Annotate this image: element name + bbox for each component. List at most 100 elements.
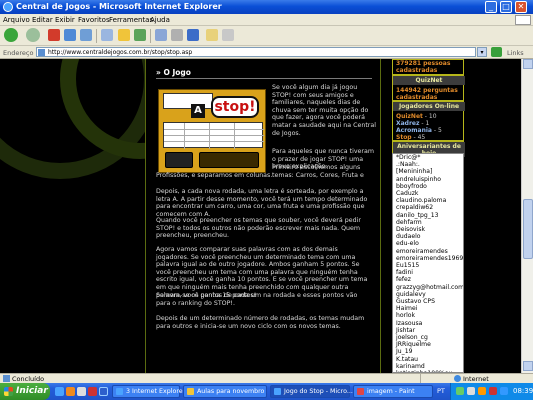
online-players-box: Jogadores On-line QuizNet - 10 Xadrez - … bbox=[392, 101, 465, 141]
vertical-scrollbar[interactable] bbox=[521, 59, 533, 373]
birthday-item[interactable]: [Menininha] bbox=[393, 168, 463, 175]
birthday-item[interactable]: Haimei bbox=[393, 305, 463, 312]
birthday-item[interactable]: fadini bbox=[393, 269, 463, 276]
scroll-thumb[interactable] bbox=[523, 199, 533, 259]
tray-volume-icon[interactable] bbox=[467, 387, 475, 395]
birthday-item[interactable]: bboyfrodo bbox=[393, 183, 463, 190]
address-input[interactable]: http://www.centraldejogos.com.br/stop/st… bbox=[36, 47, 476, 57]
birthday-item[interactable]: karinamd bbox=[393, 363, 463, 370]
birthday-item[interactable]: danilo_tpg_13 bbox=[393, 212, 463, 219]
menu-ferramentas[interactable]: Ferramentas bbox=[109, 16, 153, 24]
quicklaunch-mediaplayer-icon[interactable] bbox=[66, 387, 75, 396]
birthday-item[interactable]: crepaldiw62 bbox=[393, 204, 463, 211]
birthday-item[interactable]: Izasousa bbox=[393, 320, 463, 327]
scroll-up-arrow[interactable] bbox=[523, 59, 533, 69]
right-sidebar: 379281 pessoas cadastradas QuizNet 14494… bbox=[392, 59, 465, 373]
menu-arquivo[interactable]: Arquivo bbox=[3, 16, 30, 24]
taskbar: Iniciar 3 Internet Explorer Aulas para n… bbox=[0, 383, 533, 400]
birthday-item[interactable]: Jishtar bbox=[393, 327, 463, 334]
internet-zone-icon bbox=[454, 375, 461, 382]
tray-network-icon[interactable] bbox=[456, 387, 464, 395]
home-icon[interactable] bbox=[80, 29, 92, 41]
quicklaunch-ie-icon[interactable] bbox=[55, 387, 64, 396]
birthday-item[interactable]: Ju_19 bbox=[393, 348, 463, 355]
back-icon[interactable] bbox=[4, 28, 18, 42]
tray-messenger-icon[interactable] bbox=[478, 387, 486, 395]
section-title: » O Jogo bbox=[156, 68, 191, 77]
game-scoreboard bbox=[163, 93, 213, 109]
task-paint[interactable]: imagem - Paint bbox=[353, 385, 433, 398]
birthday-item[interactable]: *Dric@* bbox=[393, 154, 463, 161]
word-icon[interactable] bbox=[187, 29, 199, 41]
go-button[interactable] bbox=[491, 47, 502, 57]
scroll-down-arrow[interactable] bbox=[523, 361, 533, 371]
birthday-item[interactable]: emoreiramendes1969 bbox=[393, 255, 463, 262]
quicklaunch-app-icon[interactable] bbox=[88, 387, 97, 396]
start-button[interactable]: Iniciar bbox=[0, 383, 50, 400]
links-button[interactable]: Links bbox=[507, 49, 524, 57]
page-icon bbox=[38, 49, 45, 56]
task-internet-explorer[interactable]: 3 Internet Explorer bbox=[112, 385, 185, 398]
birthday-item[interactable]: joelson_cg bbox=[393, 334, 463, 341]
stop-icon[interactable] bbox=[48, 29, 60, 41]
birthday-item[interactable]: Gustavo CPS bbox=[393, 298, 463, 305]
address-label: Endereço bbox=[3, 49, 34, 57]
online-players-title: Jogadores On-line bbox=[393, 102, 465, 111]
users-stat-box: 379281 pessoas cadastradas bbox=[392, 59, 464, 75]
birthday-item[interactable]: claudino.paloma bbox=[393, 197, 463, 204]
history-icon[interactable] bbox=[134, 29, 146, 41]
online-row[interactable]: Stop - 45 bbox=[396, 134, 425, 141]
birthday-item[interactable]: Deisovisk bbox=[393, 226, 463, 233]
stop-paragraph: Quando você preencher os temas que soube… bbox=[156, 217, 361, 240]
toolbar-separator bbox=[96, 29, 97, 43]
task-jogo-stop[interactable]: Jogo do Stop - Micro... bbox=[270, 385, 353, 398]
birthday-item[interactable]: JRRiquelme bbox=[393, 341, 463, 348]
birthday-item[interactable]: Caduzk bbox=[393, 190, 463, 197]
online-row[interactable]: Acromania - 5 bbox=[396, 127, 442, 134]
menu-exibir[interactable]: Exibir bbox=[55, 16, 75, 24]
windows-flag-icon bbox=[515, 15, 531, 25]
clock: 08:39 bbox=[513, 387, 533, 395]
favorites-icon[interactable] bbox=[118, 29, 130, 41]
paint-icon bbox=[357, 388, 364, 395]
start-label: Iniciar bbox=[16, 386, 48, 396]
birthday-item[interactable]: horlok bbox=[393, 312, 463, 319]
birthday-item[interactable]: emoreiramendes bbox=[393, 248, 463, 255]
birthday-item[interactable]: Eu1515 bbox=[393, 262, 463, 269]
menu-bar: Arquivo Editar Exibir Favoritos Ferramen… bbox=[0, 14, 533, 26]
birthday-item[interactable]: andreluispinho bbox=[393, 176, 463, 183]
status-bar: Concluído Internet bbox=[0, 373, 533, 384]
birthday-item[interactable]: K.tatau bbox=[393, 356, 463, 363]
online-row[interactable]: QuizNet - 10 bbox=[396, 113, 437, 120]
forward-icon[interactable] bbox=[26, 28, 40, 42]
tray-app-icon[interactable] bbox=[500, 387, 508, 395]
minimize-button[interactable]: _ bbox=[485, 1, 497, 13]
search-icon[interactable] bbox=[101, 29, 113, 41]
themes-paragraph-cont: Profissões, e separamos em colunas. bbox=[156, 172, 273, 179]
language-indicator[interactable]: PT bbox=[437, 387, 445, 395]
menu-editar[interactable]: Editar bbox=[32, 16, 53, 24]
birthday-item[interactable]: .:Naah:. bbox=[393, 161, 463, 168]
close-button[interactable]: ✕ bbox=[515, 1, 527, 13]
refresh-icon[interactable] bbox=[64, 29, 76, 41]
folder-icon[interactable] bbox=[206, 29, 218, 41]
birthday-item[interactable]: dehfarm bbox=[393, 219, 463, 226]
maximize-button[interactable]: □ bbox=[500, 1, 512, 13]
online-row[interactable]: Xadrez - 1 bbox=[396, 120, 429, 127]
menu-ajuda[interactable]: Ajuda bbox=[150, 16, 170, 24]
quiznet-title: QuizNet bbox=[393, 76, 465, 85]
address-dropdown-button[interactable]: ▾ bbox=[477, 47, 487, 57]
quicklaunch-outlook-icon[interactable] bbox=[99, 387, 108, 396]
menu-favoritos[interactable]: Favoritos bbox=[78, 16, 110, 24]
birthday-item[interactable]: guidalevy bbox=[393, 291, 463, 298]
quicklaunch-desktop-icon[interactable] bbox=[77, 387, 86, 396]
birthday-item[interactable]: fefez bbox=[393, 276, 463, 283]
task-aulas[interactable]: Aulas para novembro bbox=[183, 385, 267, 398]
tray-antivirus-icon[interactable] bbox=[489, 387, 497, 395]
birthday-item[interactable]: edu-elo bbox=[393, 240, 463, 247]
mail-icon[interactable] bbox=[155, 29, 167, 41]
print-icon[interactable] bbox=[171, 29, 183, 41]
birthday-item[interactable]: dudaelo bbox=[393, 233, 463, 240]
messenger-icon[interactable] bbox=[222, 29, 234, 41]
birthday-item[interactable]: grazzyg@hotmail.com bbox=[393, 284, 463, 291]
